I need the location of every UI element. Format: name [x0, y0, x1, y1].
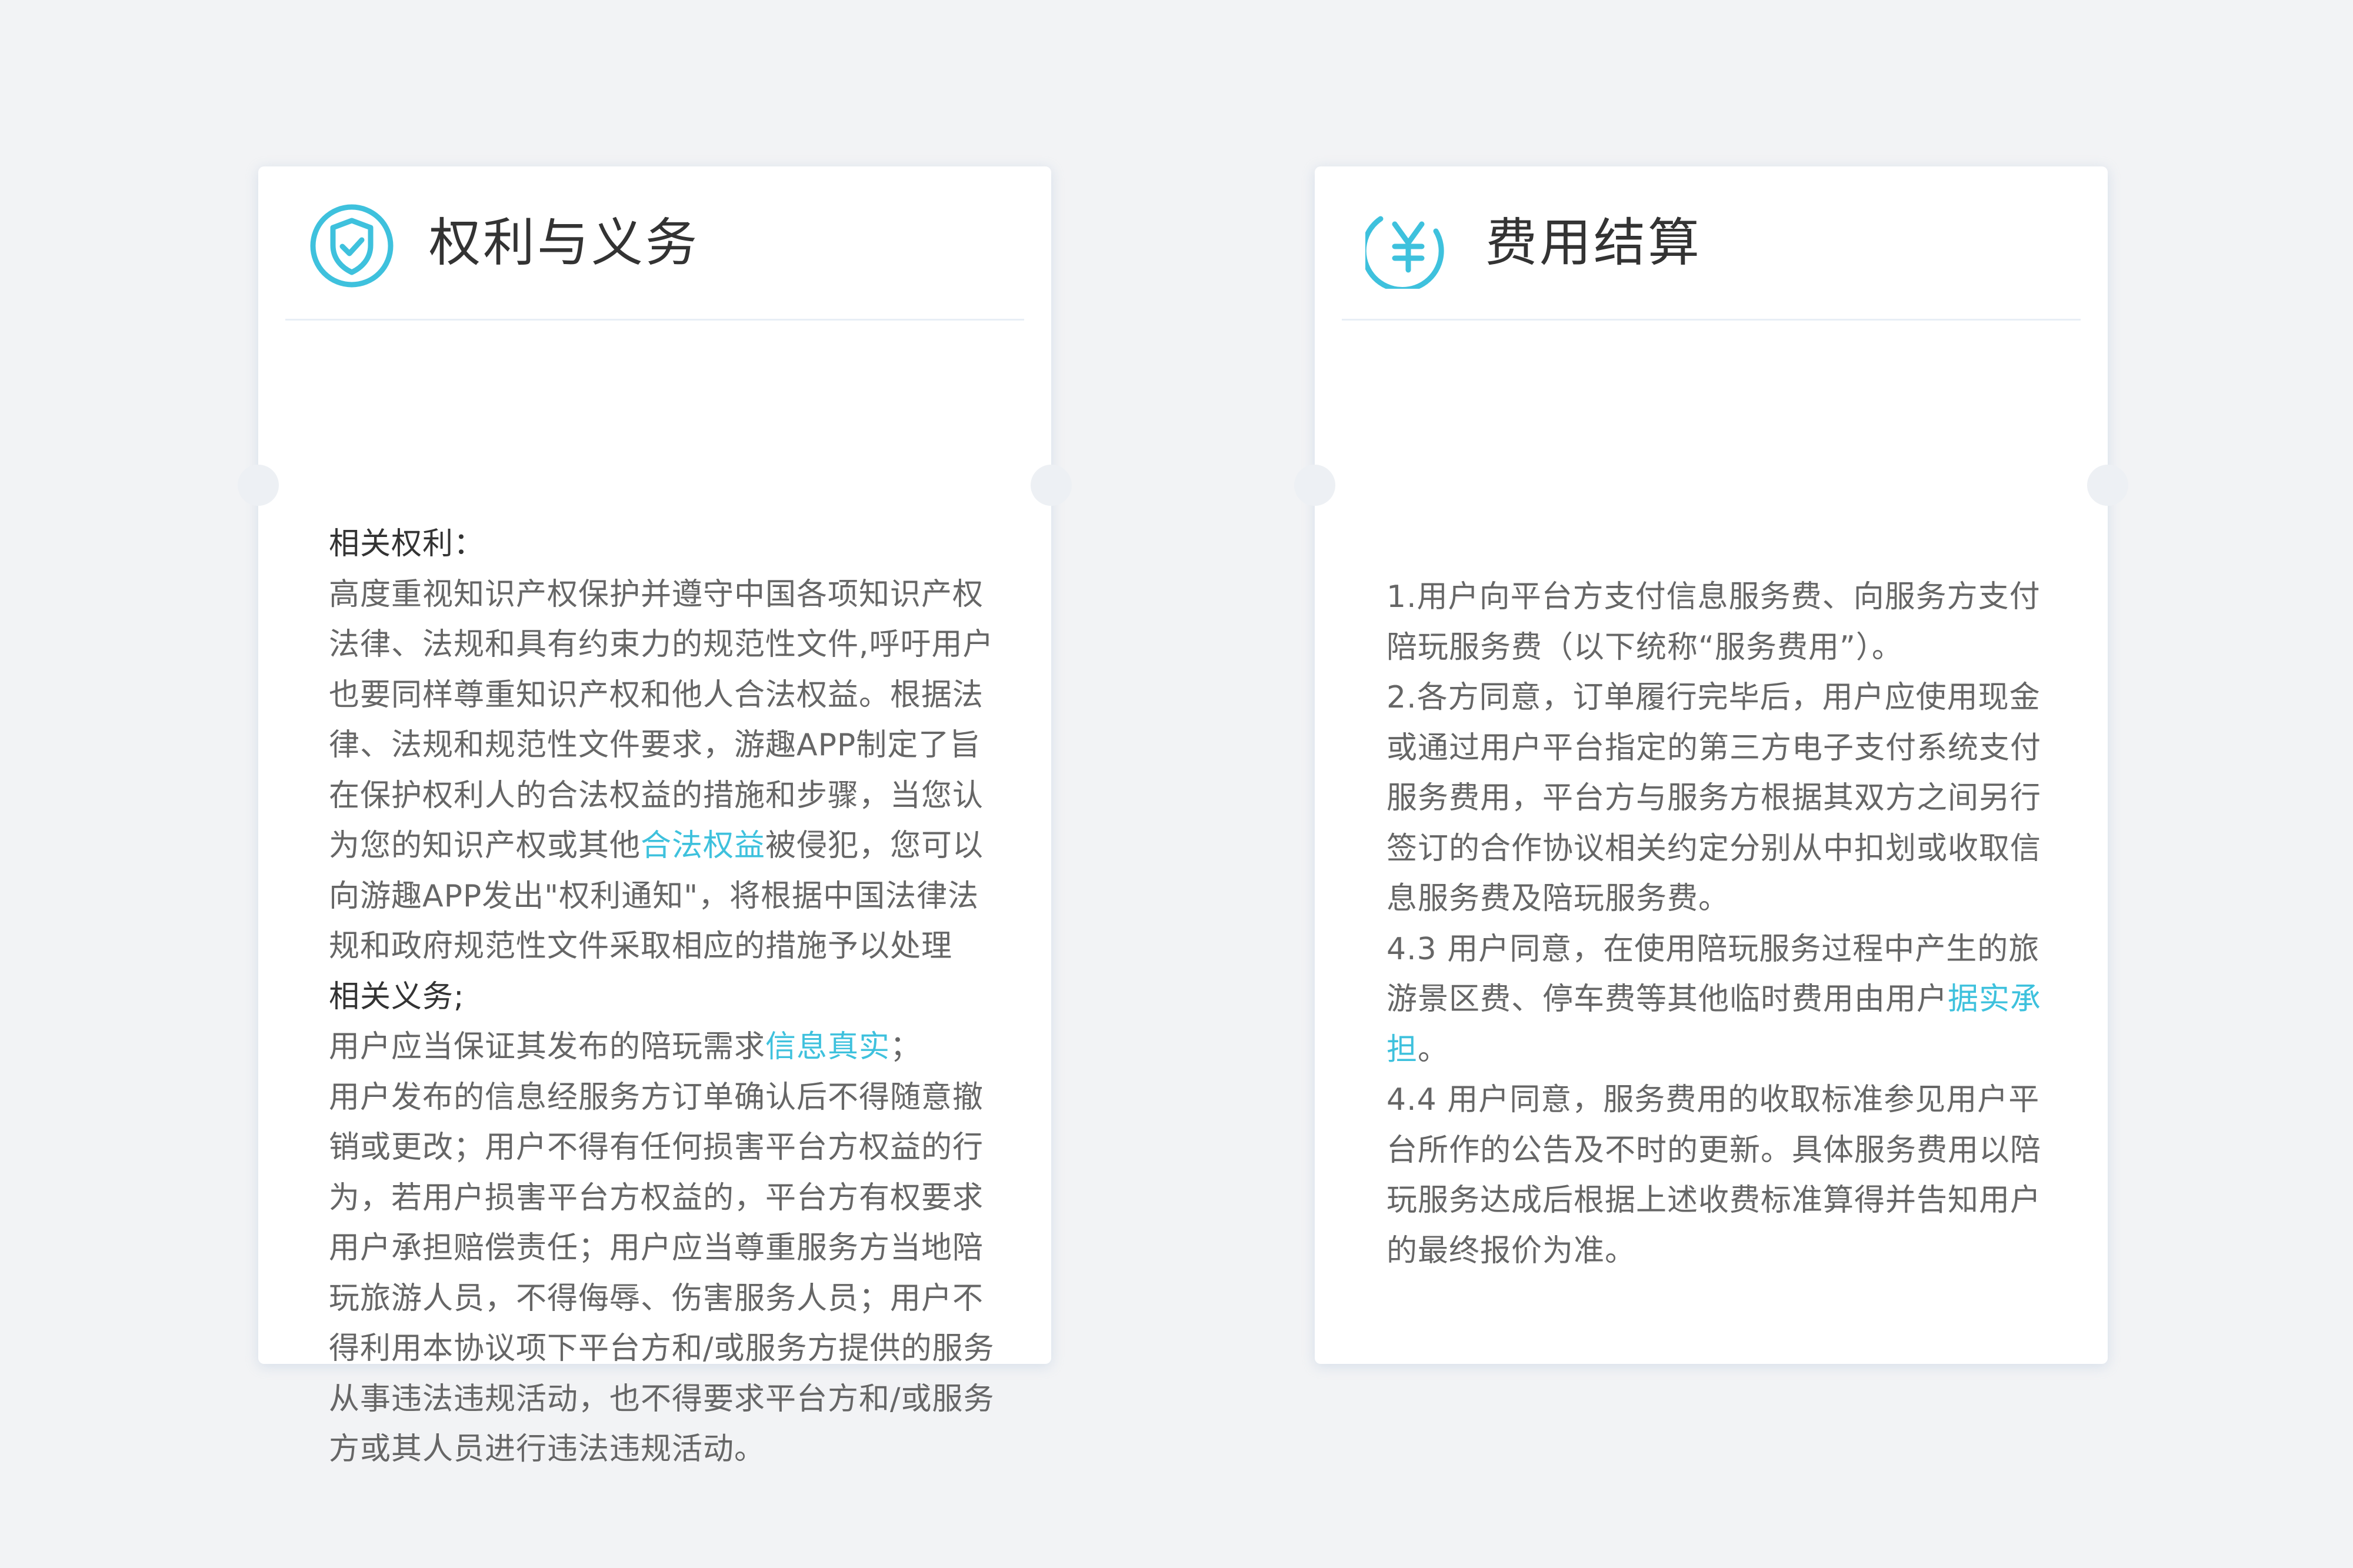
card-title: 权利与义务: [429, 212, 700, 273]
fee-item-4: 4.4 用户同意，服务费用的收取标准参见用户平台所作的公告及不时的更新。具体服务…: [1387, 1082, 2042, 1269]
legal-rights-link[interactable]: 合法权益: [641, 828, 765, 863]
duties-text-end: ；: [890, 1029, 922, 1065]
card-body: 1.用户向平台方支付信息服务费、向服务方支付陪玩服务费（以下统称“服务费用”）。…: [1387, 572, 2052, 1276]
rights-paragraph: 高度重视知识产权保护并遵守中国各项知识产权法律、法规和具有约束力的规范性文件,呼…: [329, 570, 995, 972]
fee-item-3-end: 。: [1418, 1032, 1449, 1067]
fee-item-2: 2.各方同意，订单履行完毕后，用户应使用现金或通过用户平台指定的第三方电子支付系…: [1387, 680, 2042, 916]
card-header: 费用结算: [1315, 166, 2108, 319]
card-notch-left: [1294, 465, 1335, 506]
duties-paragraph-1: 用户应当保证其发布的陪玩需求信息真实；: [329, 1022, 995, 1073]
card-notch-right: [1031, 465, 1072, 506]
fee-item-1: 1.用户向平台方支付信息服务费、向服务方支付陪玩服务费（以下统称“服务费用”）。: [1387, 579, 2041, 665]
fee-item-3-text: 4.3 用户同意，在使用陪玩服务过程中产生的旅游景区费、停车费等其他临时费用由用…: [1387, 931, 2040, 1017]
card-body: 相关权利： 高度重视知识产权保护并遵守中国各项知识产权法律、法规和具有约束力的规…: [329, 519, 995, 1475]
fee-settlement-card: 费用结算 1.用户向平台方支付信息服务费、向服务方支付陪玩服务费（以下统称“服务…: [1294, 166, 2128, 1364]
shield-check-icon: [310, 204, 394, 288]
rights-obligations-card: 权利与义务 相关权利： 高度重视知识产权保护并遵守中国各项知识产权法律、法规和具…: [238, 166, 1072, 1467]
header-divider: [285, 319, 1024, 321]
header-divider: [1342, 319, 2081, 321]
card-notch-left: [238, 465, 279, 506]
true-info-link[interactable]: 信息真实: [765, 1029, 890, 1065]
duties-text: 用户应当保证其发布的陪玩需求: [329, 1029, 766, 1065]
card-title: 费用结算: [1485, 212, 1702, 273]
card-header: 权利与义务: [258, 166, 1051, 319]
rights-heading: 相关权利：: [329, 526, 485, 562]
fee-item-3: 4.3 用户同意，在使用陪玩服务过程中产生的旅游景区费、停车费等其他临时费用由用…: [1387, 925, 2052, 1076]
yen-circle-icon: [1365, 216, 1444, 289]
duties-paragraph-2: 用户发布的信息经服务方订单确认后不得随意撤销或更改；用户不得有任何损害平台方权益…: [329, 1079, 995, 1467]
duties-heading: 相关义务;: [329, 979, 465, 1015]
rights-text: 高度重视知识产权保护并遵守中国各项知识产权法律、法规和具有约束力的规范性文件,呼…: [329, 576, 994, 864]
card-notch-right: [2087, 465, 2128, 506]
